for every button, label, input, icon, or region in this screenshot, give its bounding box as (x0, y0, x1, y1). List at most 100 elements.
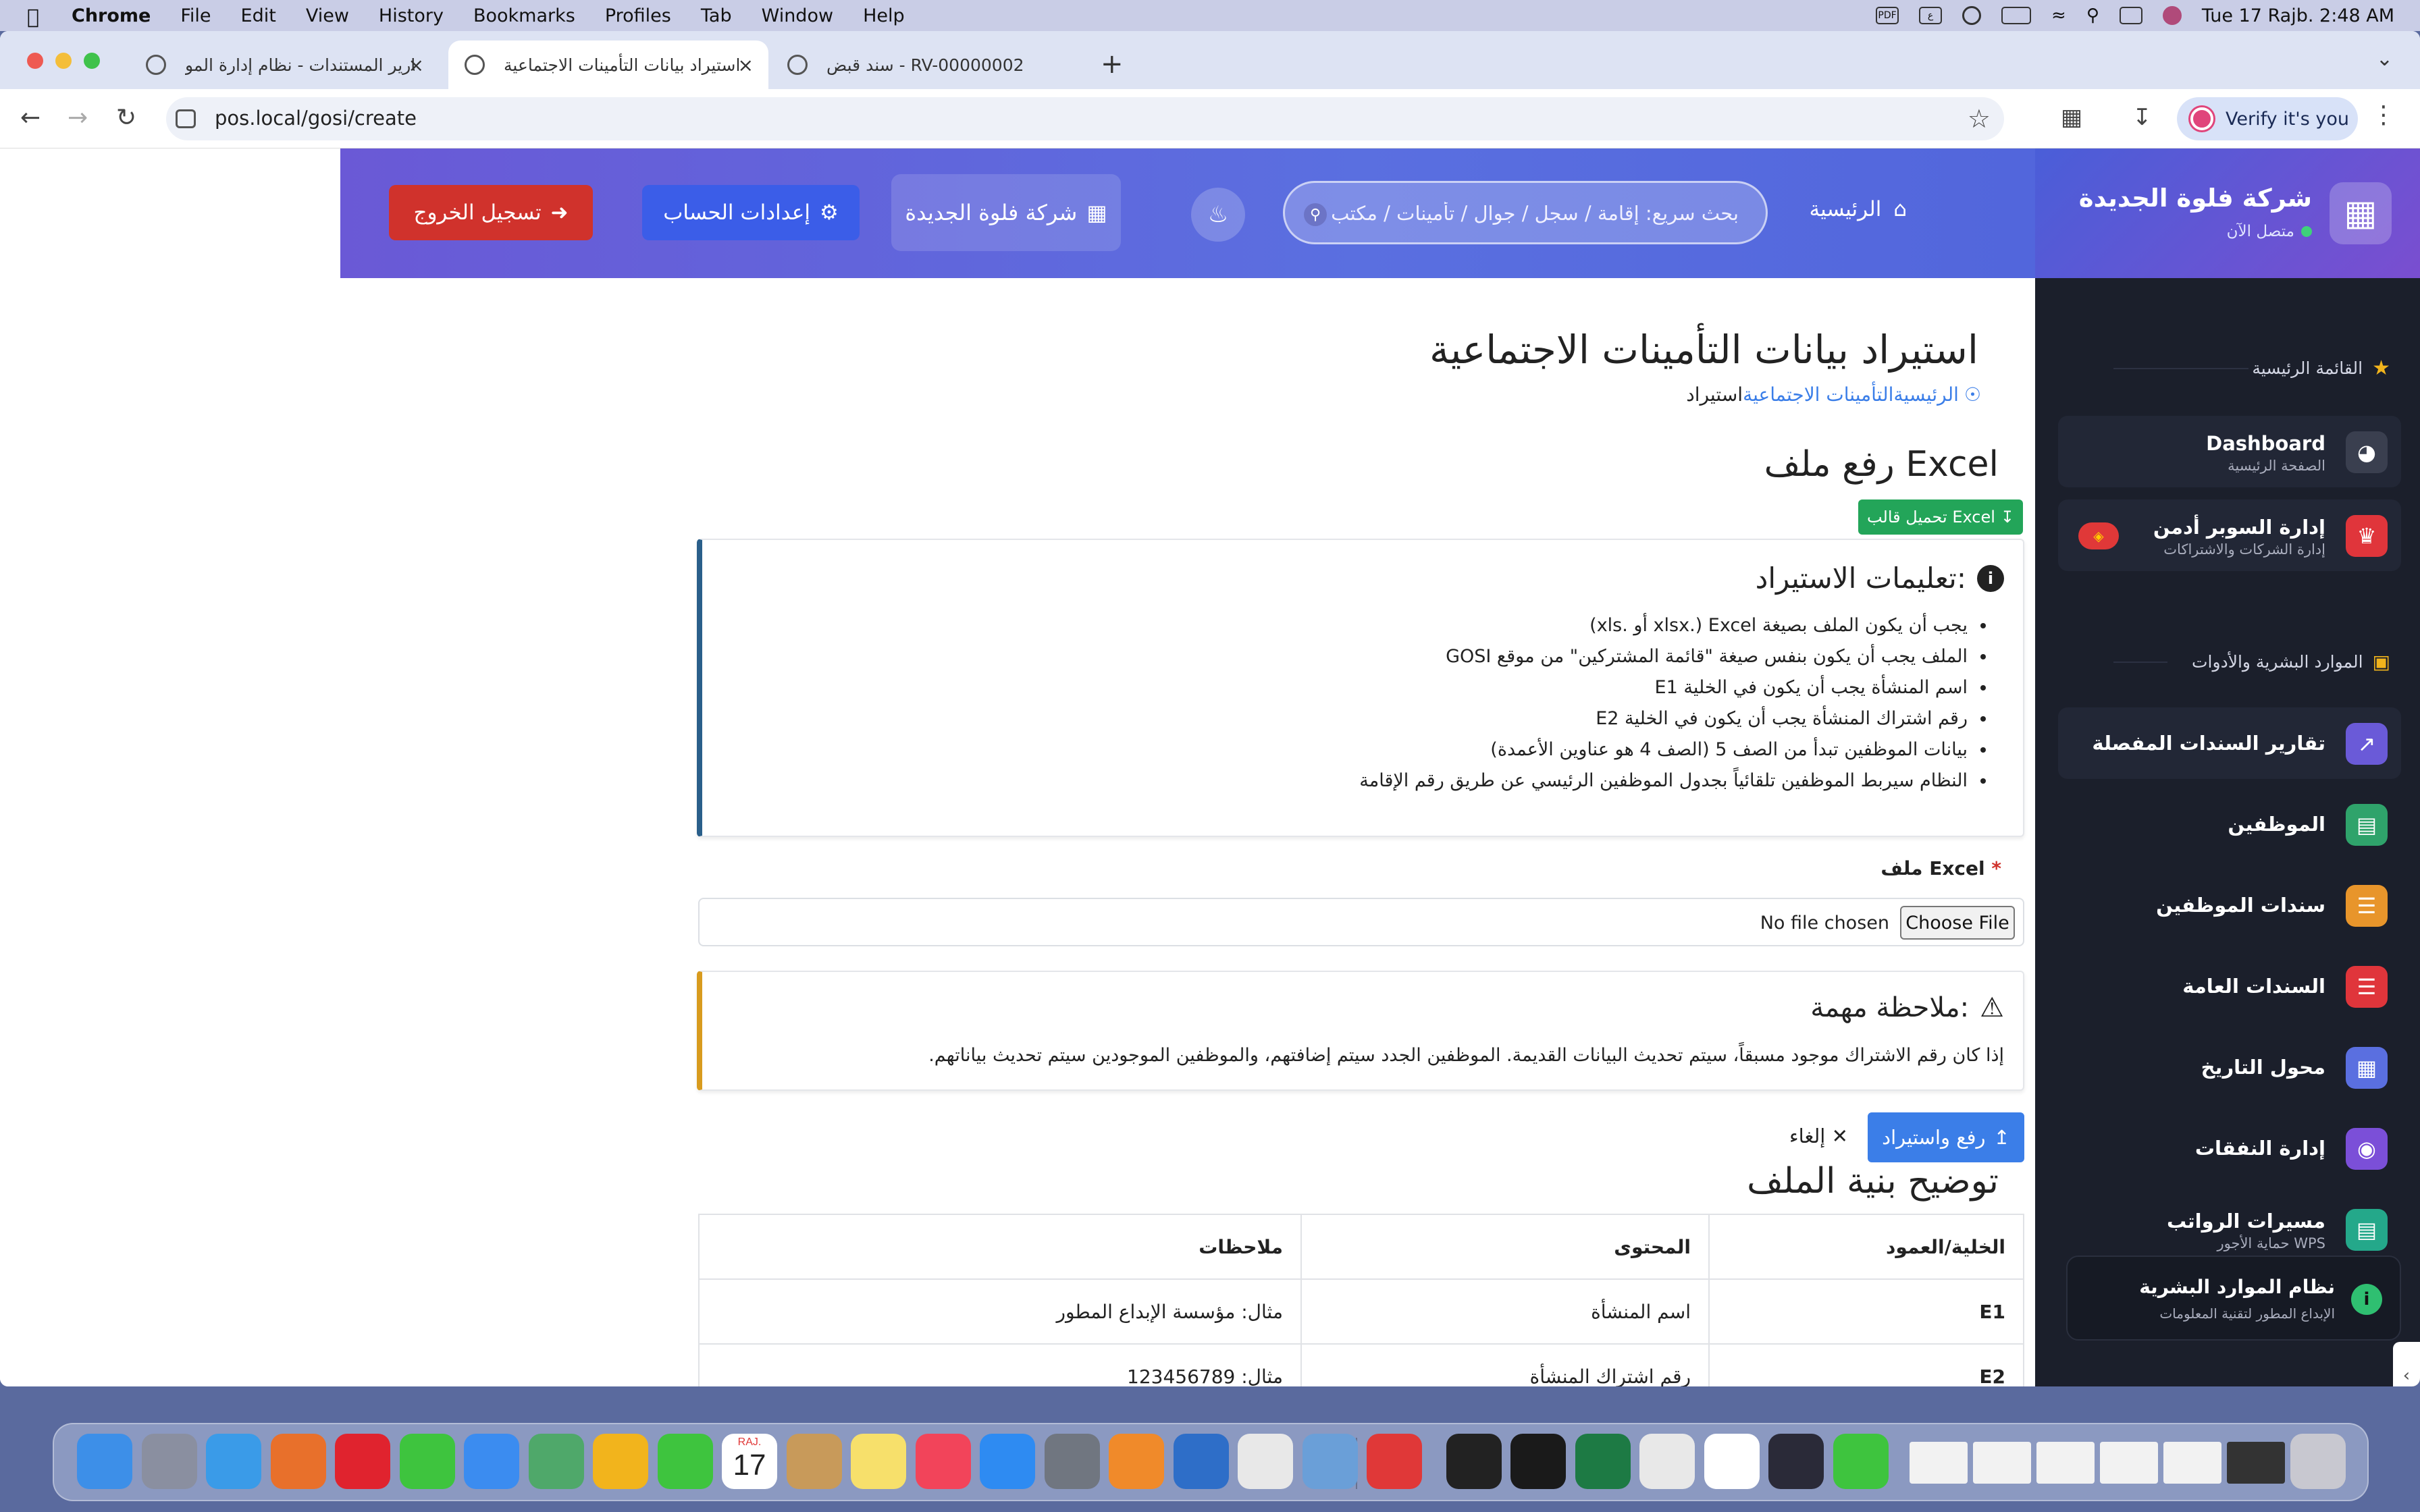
address-bar[interactable]: pos.local/gosi/create ☆ (166, 97, 2004, 140)
sidebar-item-payroll[interactable]: ▤ مسيرات الرواتب حماية الأجور WPS (2058, 1193, 2401, 1265)
sublime-icon[interactable] (1109, 1434, 1164, 1489)
quick-search-input[interactable]: ⚲ بحث سريع: إقامة / سجل / جوال / تأمينات… (1283, 181, 1768, 244)
apple-menu-icon[interactable]:  (27, 5, 46, 29)
terminal-icon[interactable] (1446, 1434, 1502, 1489)
sidebar-item-expenses[interactable]: ◉ إدارة النفقات (2058, 1112, 2401, 1184)
minimize-window-button[interactable] (55, 53, 72, 69)
back-arrow-icon[interactable]: ← (20, 104, 41, 132)
preview-icon[interactable] (1302, 1434, 1358, 1489)
avatar-icon[interactable] (2162, 6, 2182, 25)
verify-identity-button[interactable]: Verify it's you (2177, 97, 2358, 140)
sidebar-item-dashboard[interactable]: ◕ Dashboard الصفحة الرئيسية (2058, 416, 2401, 487)
battery-icon[interactable] (2001, 7, 2032, 24)
settings-icon[interactable] (1044, 1434, 1100, 1489)
search-icon[interactable]: ⚲ (2086, 5, 2099, 26)
close-window-button[interactable] (27, 53, 43, 69)
reload-icon[interactable]: ↻ (116, 104, 136, 132)
account-settings-button[interactable]: إعدادات الحساب ⚙ (642, 185, 860, 240)
close-tab-icon[interactable]: × (738, 54, 754, 76)
zoom-window-button[interactable] (84, 53, 100, 69)
sidebar-toggle-icon[interactable]: ‹ (2393, 1342, 2420, 1386)
chrome-icon[interactable] (1639, 1434, 1695, 1489)
bookmark-star-icon[interactable]: ☆ (1968, 104, 1991, 134)
new-tab-button[interactable]: + (1101, 49, 1124, 80)
tool-icon[interactable] (1238, 1434, 1293, 1489)
messages-icon[interactable] (399, 1434, 455, 1489)
url-text[interactable]: pos.local/gosi/create (215, 107, 417, 130)
window-thumb-4[interactable] (2100, 1442, 2158, 1484)
remote-desktop-icon[interactable] (1173, 1434, 1229, 1489)
control-center-icon[interactable] (2119, 7, 2142, 24)
mail-icon[interactable] (464, 1434, 519, 1489)
menu-app-name[interactable]: Chrome (72, 5, 151, 26)
window-thumb-1[interactable] (1910, 1442, 1968, 1484)
menu-bookmarks[interactable]: Bookmarks (473, 5, 575, 26)
bbedit-icon[interactable] (1768, 1434, 1824, 1489)
menu-view[interactable]: View (306, 5, 349, 26)
vpn-icon[interactable] (1510, 1434, 1566, 1489)
maps-icon[interactable] (528, 1434, 584, 1489)
cancel-button[interactable]: إلغاء ✕ (1789, 1125, 1848, 1148)
safari-icon[interactable] (206, 1434, 261, 1489)
sidebar-item-employees[interactable]: ▤ الموظفين (2058, 788, 2401, 860)
pdf-icon[interactable]: PDF (1876, 7, 1899, 24)
tab-search-chevron-icon[interactable]: ⌄ (2376, 47, 2393, 71)
sidebar-item-voucher-reports[interactable]: ↗ تقارير السندات المفصلة (2058, 707, 2401, 779)
wifi-icon[interactable]: ≈ (2051, 5, 2066, 26)
facetime-icon[interactable] (657, 1434, 713, 1489)
arabic-input-icon[interactable]: ع (1919, 7, 1943, 24)
browser-menu-icon[interactable]: ⋮ (2371, 101, 2396, 129)
company-switcher-button[interactable]: شركة فلوة الجديدة ▦ (891, 174, 1121, 251)
menu-edit[interactable]: Edit (241, 5, 276, 26)
tab-receipt-voucher[interactable]: سند قبض - RV-00000002 (771, 40, 1080, 89)
app-store-icon[interactable] (980, 1434, 1035, 1489)
sidebar-item-employee-vouchers[interactable]: ☰ سندات الموظفين (2058, 869, 2401, 941)
forward-arrow-icon[interactable]: → (68, 104, 88, 132)
online-status: متصل الآن (2227, 223, 2312, 240)
firefox-icon[interactable] (270, 1434, 326, 1489)
logout-button[interactable]: تسجيل الخروج ➜ (389, 185, 593, 240)
tab-document-reports[interactable]: تقارير المستندات - نظام إدارة المو × (130, 40, 439, 89)
menubar-clock[interactable]: Tue 17 Rajb. 2:48 AM (2202, 5, 2394, 26)
notes-icon[interactable] (851, 1434, 906, 1489)
home-link[interactable]: الرئيسية ⌂ (1810, 197, 1907, 221)
breadcrumb-gosi[interactable]: التأمينات الاجتماعية (1743, 383, 1893, 406)
notifications-bell-icon[interactable]: ♨ (1191, 188, 1245, 242)
chatgpt-icon[interactable] (1704, 1434, 1760, 1489)
download-icon[interactable]: ↧ (2132, 104, 2152, 131)
excel-icon[interactable] (1575, 1434, 1631, 1489)
launchpad-icon[interactable] (141, 1434, 197, 1489)
sidebar-item-super-admin[interactable]: ♛ إدارة السوبر أدمن إدارة الشركات والاشت… (2058, 500, 2401, 571)
close-tab-icon[interactable]: × (409, 54, 424, 76)
menu-tab[interactable]: Tab (701, 5, 732, 26)
upload-import-button[interactable]: رفع واستيراد ↥ (1868, 1112, 2024, 1162)
window-thumb-5[interactable] (2163, 1442, 2221, 1484)
menu-help[interactable]: Help (863, 5, 905, 26)
pdf-expert-icon[interactable] (1367, 1434, 1422, 1489)
excel-file-input[interactable]: Choose File No file chosen (698, 898, 2024, 946)
breadcrumb-home[interactable]: الرئيسية (1893, 383, 1958, 406)
menu-file[interactable]: File (180, 5, 211, 26)
opera-icon[interactable] (335, 1434, 390, 1489)
choose-file-button[interactable]: Choose File (1900, 906, 2015, 940)
trash-icon[interactable] (2290, 1434, 2346, 1489)
contacts-icon[interactable] (786, 1434, 842, 1489)
user-icon[interactable] (1962, 6, 1982, 25)
menu-history[interactable]: History (379, 5, 444, 26)
sidebar-item-general-vouchers[interactable]: ☰ السندات العامة (2058, 950, 2401, 1022)
menu-window[interactable]: Window (762, 5, 833, 26)
site-info-icon[interactable] (176, 109, 196, 128)
extensions-icon[interactable]: ▦ (2061, 104, 2082, 131)
whatsapp-icon[interactable] (1833, 1434, 1889, 1489)
window-thumb-6[interactable] (2227, 1442, 2285, 1484)
download-template-button[interactable]: تحميل قالب Excel ↧ (1858, 500, 2023, 535)
menu-profiles[interactable]: Profiles (605, 5, 671, 26)
sidebar-item-date-converter[interactable]: ▦ محول التاريخ (2058, 1031, 2401, 1103)
window-thumb-2[interactable] (1973, 1442, 2031, 1484)
tab-gosi-import[interactable]: استيراد بيانات التأمينات الاجتماعية × (448, 40, 768, 89)
window-thumb-3[interactable] (2036, 1442, 2095, 1484)
music-icon[interactable] (915, 1434, 971, 1489)
photos-icon[interactable] (593, 1434, 648, 1489)
finder-icon[interactable] (77, 1434, 132, 1489)
calendar-icon[interactable]: RAJ. 17 (722, 1434, 777, 1489)
